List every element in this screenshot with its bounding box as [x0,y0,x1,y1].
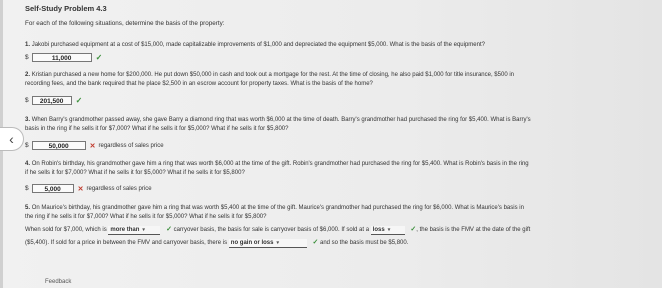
chevron-down-icon: ▾ [276,240,279,246]
problem-4-text: 4. On Robin's birthday, his grandmother … [25,161,529,176]
page: ‹ Self-Study Problem 4.3 For each of the… [0,0,662,288]
problem-1-text: 1. Jakobi purchased equipment at a cost … [25,42,485,48]
problem-5-text: 5. On Maurice's birthday, his grandmothe… [25,205,524,220]
dollar-sign: $ [25,97,29,104]
chevron-left-icon: ‹ [9,131,14,147]
check-icon: ✓ [312,239,319,246]
problem-4-answer-row: $ 5,000 ✕ regardless of sales price [25,183,152,194]
check-icon: ✓ [75,96,83,105]
dollar-sign: $ [25,142,29,149]
problem-2-answer-input[interactable]: 201,500 [31,96,72,105]
check-icon: ✓ [166,226,172,233]
chevron-down-icon: ▾ [142,227,145,233]
problem-4-note: regardless of sales price [86,185,152,192]
problem-4-answer-input[interactable]: 5,000 [31,184,74,193]
problem-3-answer-row: $ 50,000 ✕ regardless of sales price [25,140,164,151]
x-mark-icon: ✕ [89,142,96,150]
feedback-link[interactable]: Feedback [45,279,71,285]
collapse-sidebar-button[interactable]: ‹ [0,127,24,151]
comparison-select[interactable]: more than ▾ [108,226,161,235]
problem-3-note: regardless of sales price [98,142,164,149]
check-icon: ✓ [95,53,103,62]
problem-1-answer-input[interactable]: 11,000 [31,53,92,62]
problem-1-answer-row: $ 11,000 ✓ [25,52,102,63]
problem-3-answer-input[interactable]: 50,000 [31,141,86,150]
problem-2-text: 2. Kristian purchased a new home for $20… [25,72,514,87]
gain-loss-select[interactable]: loss ▾ [370,226,405,235]
x-mark-icon: ✕ [77,185,84,193]
problem-5-line-3: When sold for $7,000, which is more than… [25,226,531,235]
problem-3-text: 3. When Barry's grandmother passed away,… [25,117,531,132]
problem-5-line-4: ($5,400). If sold for a price in between… [25,239,409,248]
dollar-sign: $ [25,54,29,61]
dollar-sign: $ [25,185,29,192]
instructions: For each of the following situations, de… [25,20,225,27]
chevron-down-icon: ▾ [387,227,391,233]
result-select[interactable]: no gain or loss ▾ [228,239,307,248]
problem-2-answer-row: $ 201,500 ✓ [25,95,82,106]
page-title: Self-Study Problem 4.3 [25,4,107,13]
